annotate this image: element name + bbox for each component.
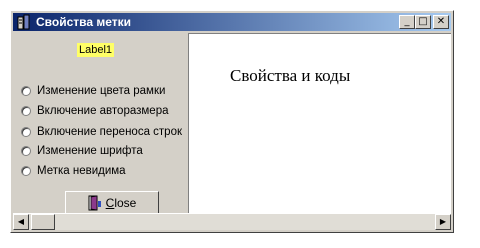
option-font[interactable]: Изменение шрифта <box>21 143 143 159</box>
app-icon <box>17 14 30 30</box>
options-panel: Label1 Изменение цвета рамки Включение а… <box>13 33 187 215</box>
option-autosize[interactable]: Включение авторазмера <box>21 103 168 119</box>
close-button[interactable]: Close <box>65 191 159 215</box>
code-panel: Свойства и коды <box>188 33 451 213</box>
radio-icon[interactable] <box>21 166 31 176</box>
window-title: Свойства метки <box>36 15 132 29</box>
title-bar[interactable]: Свойства метки _ □ ✕ <box>13 13 451 31</box>
properties-window: Свойства метки _ □ ✕ Label1 Изменение цв… <box>10 10 454 233</box>
scroll-left-icon[interactable]: ◀ <box>13 214 29 230</box>
radio-icon[interactable] <box>21 127 31 137</box>
option-label: Изменение цвета рамки <box>37 85 166 97</box>
close-label-rest: lose <box>114 196 137 210</box>
maximize-button[interactable]: □ <box>415 15 431 29</box>
option-label: Метка невидима <box>37 165 126 177</box>
door-icon <box>88 195 101 211</box>
minimize-button[interactable]: _ <box>399 15 415 29</box>
scroll-thumb[interactable] <box>31 214 55 230</box>
option-label: Включение авторазмера <box>37 105 169 117</box>
option-invisible[interactable]: Метка невидима <box>21 163 126 179</box>
option-wordwrap[interactable]: Включение переноса строк <box>21 124 182 140</box>
option-label: Включение переноса строк <box>37 126 183 138</box>
radio-icon[interactable] <box>21 146 31 156</box>
radio-icon[interactable] <box>21 86 31 96</box>
scroll-right-icon[interactable]: ▶ <box>435 214 451 230</box>
radio-icon[interactable] <box>21 106 31 116</box>
option-label: Изменение шрифта <box>37 145 143 157</box>
label1: Label1 <box>77 43 115 57</box>
close-label-accel: C <box>105 196 115 210</box>
content-title: Свойства и коды <box>230 66 351 85</box>
close-window-button[interactable]: ✕ <box>433 15 449 29</box>
horizontal-scrollbar[interactable]: ◀ ▶ <box>13 213 451 230</box>
option-border-color[interactable]: Изменение цвета рамки <box>21 83 165 99</box>
